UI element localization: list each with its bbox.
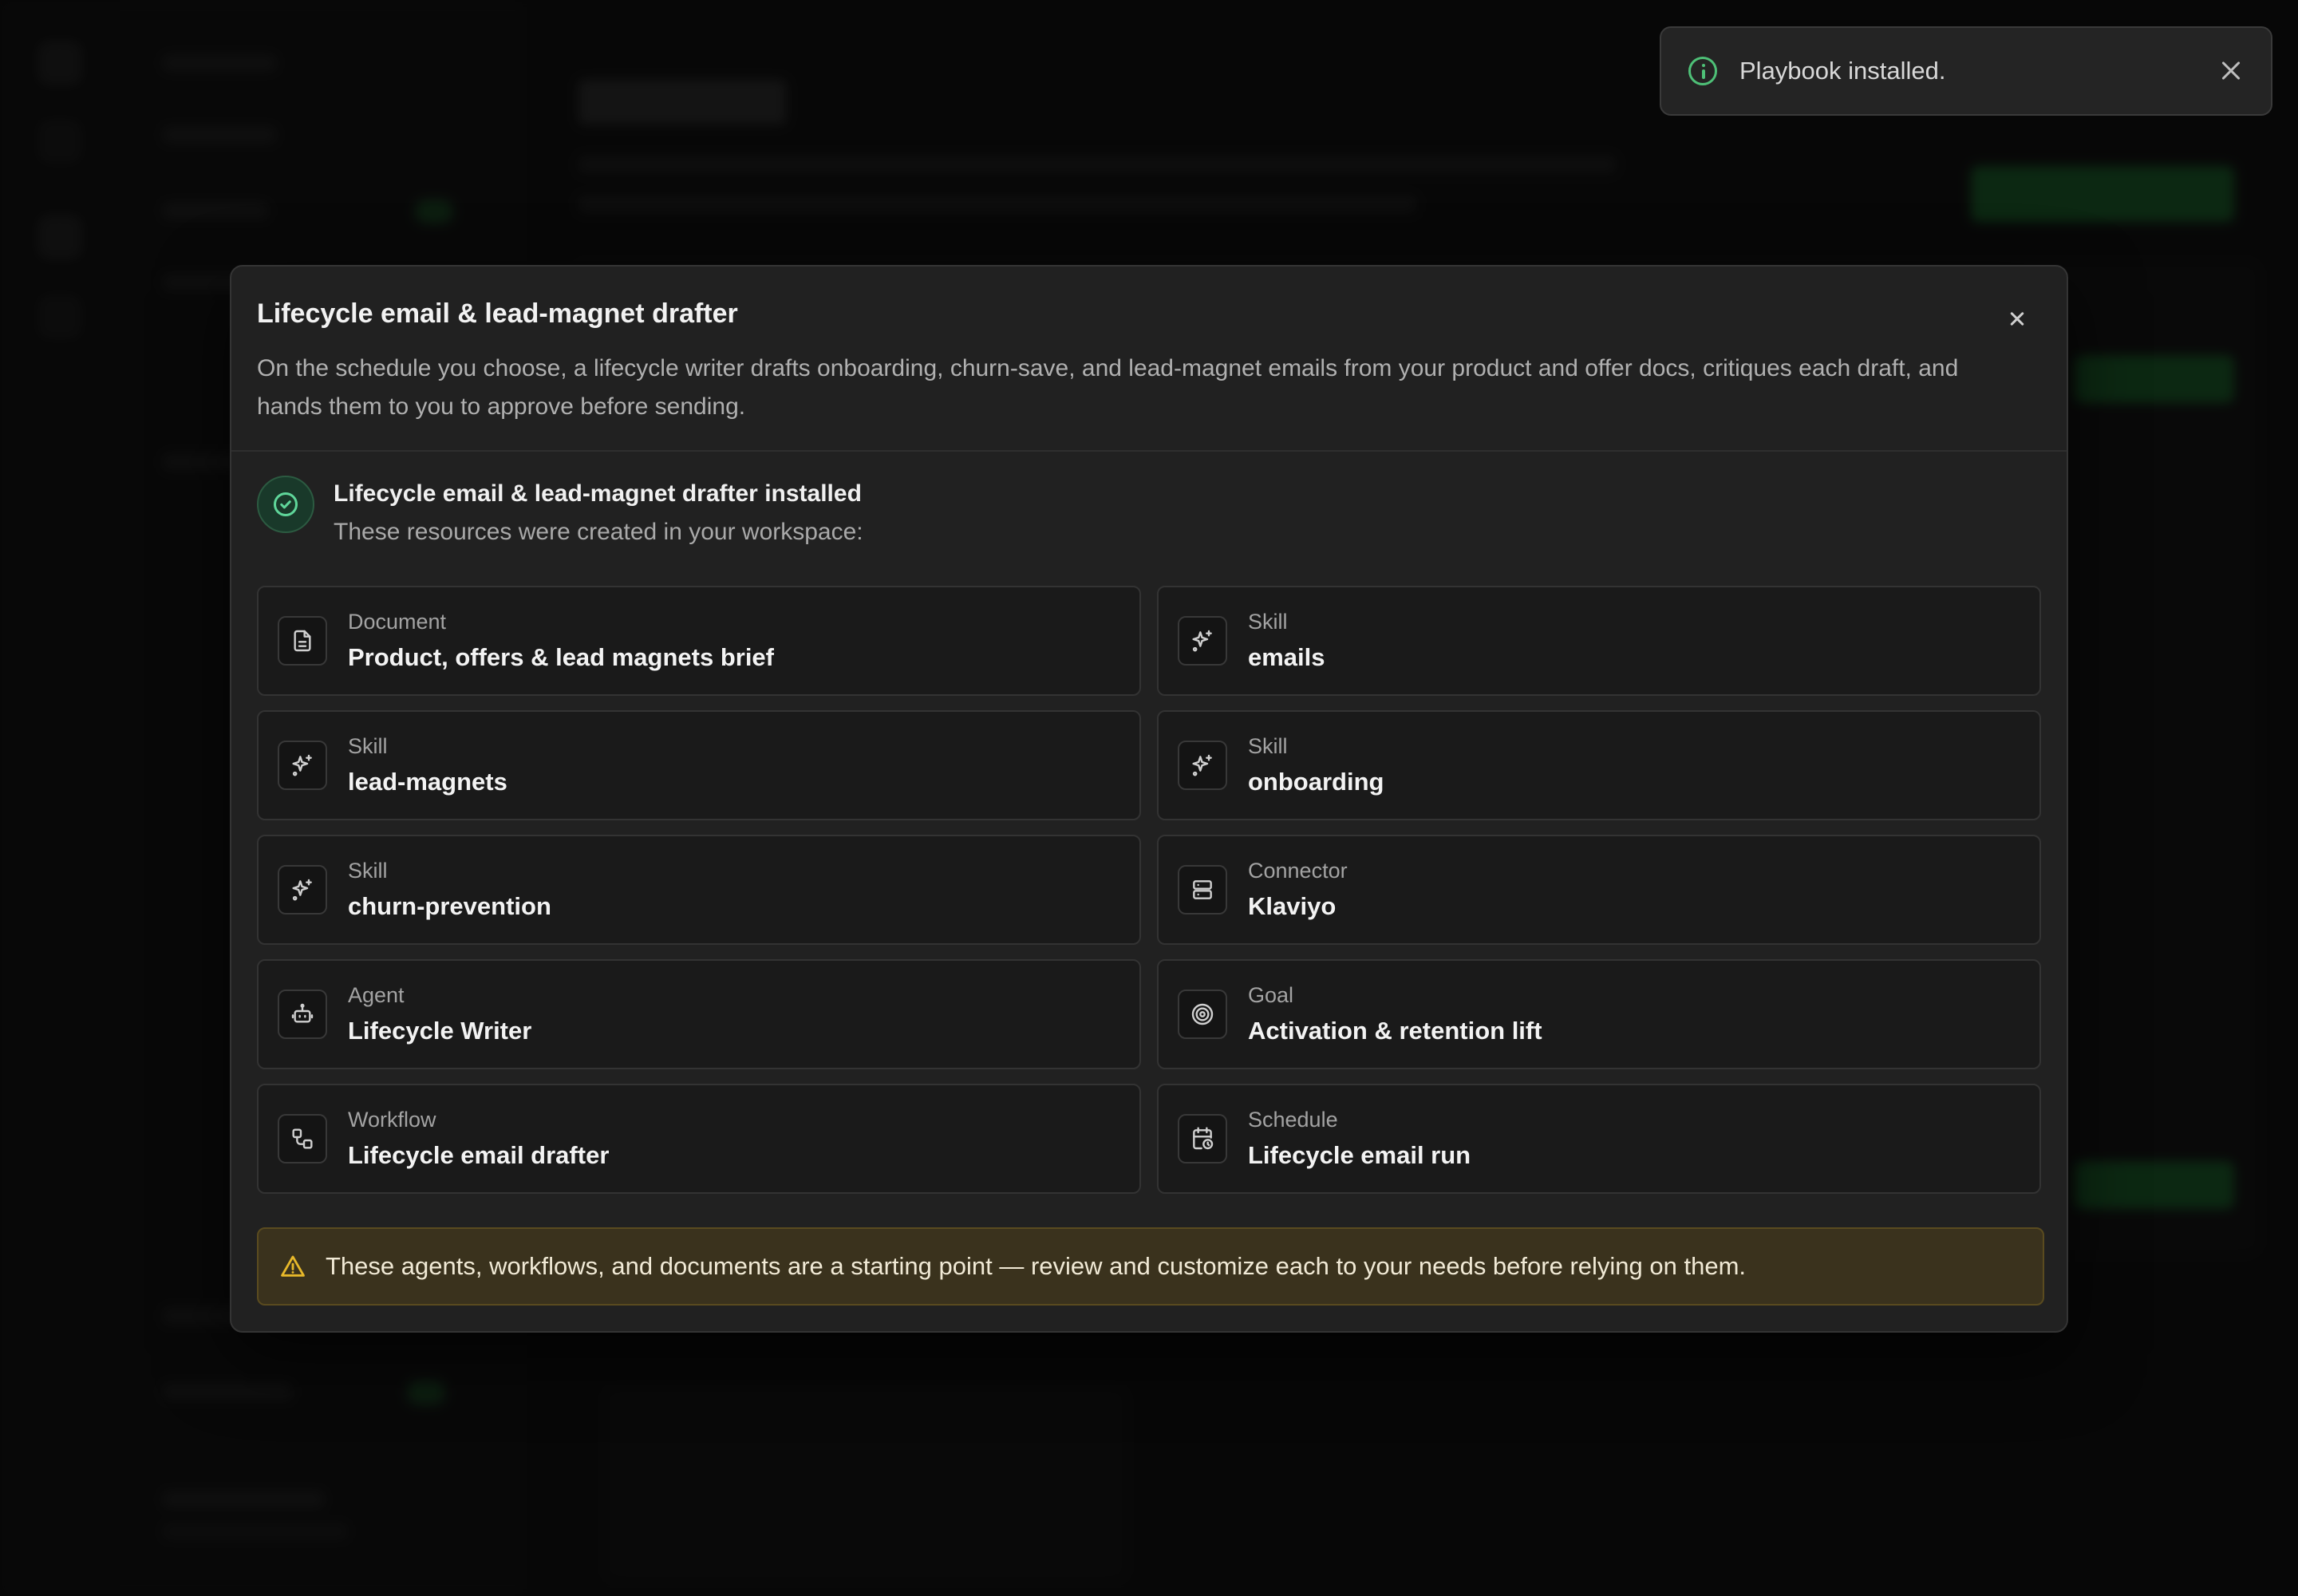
install-status-title: Lifecycle email & lead-magnet drafter in… bbox=[334, 480, 862, 507]
resource-name: Activation & retention lift bbox=[1248, 1017, 1542, 1045]
sparkle-icon bbox=[278, 865, 327, 915]
warning-triangle-icon bbox=[279, 1253, 306, 1280]
toast-message: Playbook installed. bbox=[1739, 57, 1946, 85]
resource-name: onboarding bbox=[1248, 768, 1384, 796]
target-icon bbox=[1178, 990, 1227, 1039]
resource-card-skill-churn-prevention[interactable]: Skill churn-prevention bbox=[257, 835, 1141, 945]
resource-type: Schedule bbox=[1248, 1108, 1338, 1132]
install-status-subtitle: These resources were created in your wor… bbox=[334, 519, 863, 545]
resource-card-schedule-lifecycle-email-run[interactable]: Schedule Lifecycle email run bbox=[1157, 1084, 2041, 1194]
resource-name: Klaviyo bbox=[1248, 892, 1337, 920]
resource-name: Product, offers & lead magnets brief bbox=[348, 643, 774, 671]
server-icon bbox=[1178, 865, 1227, 915]
resource-type: Skill bbox=[1248, 734, 1288, 758]
check-circle-icon bbox=[257, 476, 314, 533]
install-status: Lifecycle email & lead-magnet drafter in… bbox=[257, 476, 1055, 547]
resource-name: Lifecycle email drafter bbox=[348, 1141, 610, 1169]
resource-card-connector-klaviyo[interactable]: Connector Klaviyo bbox=[1157, 835, 2041, 945]
resource-card-skill-lead-magnets[interactable]: Skill lead-magnets bbox=[257, 710, 1141, 820]
resource-card-skill-emails[interactable]: Skill emails bbox=[1157, 586, 2041, 696]
sparkle-icon bbox=[1178, 741, 1227, 790]
toast-close-icon[interactable] bbox=[2215, 55, 2247, 87]
document-icon bbox=[278, 616, 327, 666]
playbook-installed-dialog: Lifecycle email & lead-magnet drafter On… bbox=[230, 265, 2068, 1333]
resource-name: Lifecycle email run bbox=[1248, 1141, 1471, 1169]
resource-name: Lifecycle Writer bbox=[348, 1017, 532, 1045]
resource-grid: Document Product, offers & lead magnets … bbox=[257, 586, 2044, 1194]
sparkle-icon bbox=[1178, 616, 1227, 666]
workflow-icon bbox=[278, 1114, 327, 1163]
calendar-clock-icon bbox=[1178, 1114, 1227, 1163]
disclaimer-text: These agents, workflows, and documents a… bbox=[326, 1252, 1747, 1280]
resource-name: churn-prevention bbox=[348, 892, 551, 920]
resource-type: Goal bbox=[1248, 983, 1294, 1007]
dialog-title: Lifecycle email & lead-magnet drafter bbox=[257, 298, 738, 329]
resource-card-agent-lifecycle-writer[interactable]: Agent Lifecycle Writer bbox=[257, 959, 1141, 1069]
dialog-header: Lifecycle email & lead-magnet drafter On… bbox=[231, 267, 2067, 452]
resource-type: Connector bbox=[1248, 859, 1348, 883]
resource-card-document[interactable]: Document Product, offers & lead magnets … bbox=[257, 586, 1141, 696]
robot-icon bbox=[278, 990, 327, 1039]
toast-notification: Playbook installed. bbox=[1660, 26, 2272, 116]
resource-card-goal-activation[interactable]: Goal Activation & retention lift bbox=[1157, 959, 2041, 1069]
sparkle-icon bbox=[278, 741, 327, 790]
dialog-description: On the schedule you choose, a lifecycle … bbox=[257, 355, 1959, 420]
disclaimer-banner: These agents, workflows, and documents a… bbox=[257, 1227, 2044, 1306]
resource-type: Document bbox=[348, 610, 447, 634]
resource-name: lead-magnets bbox=[348, 768, 507, 796]
resource-name: emails bbox=[1248, 643, 1325, 671]
info-circle-icon bbox=[1688, 57, 1717, 85]
resource-type: Skill bbox=[348, 734, 388, 758]
resource-card-workflow-lifecycle-email-drafter[interactable]: Workflow Lifecycle email drafter bbox=[257, 1084, 1141, 1194]
resource-type: Skill bbox=[348, 859, 388, 883]
resource-type: Agent bbox=[348, 983, 405, 1007]
resource-type: Skill bbox=[1248, 610, 1288, 634]
close-icon[interactable] bbox=[2003, 305, 2031, 334]
resource-card-skill-onboarding[interactable]: Skill onboarding bbox=[1157, 710, 2041, 820]
resource-type: Workflow bbox=[348, 1108, 436, 1132]
